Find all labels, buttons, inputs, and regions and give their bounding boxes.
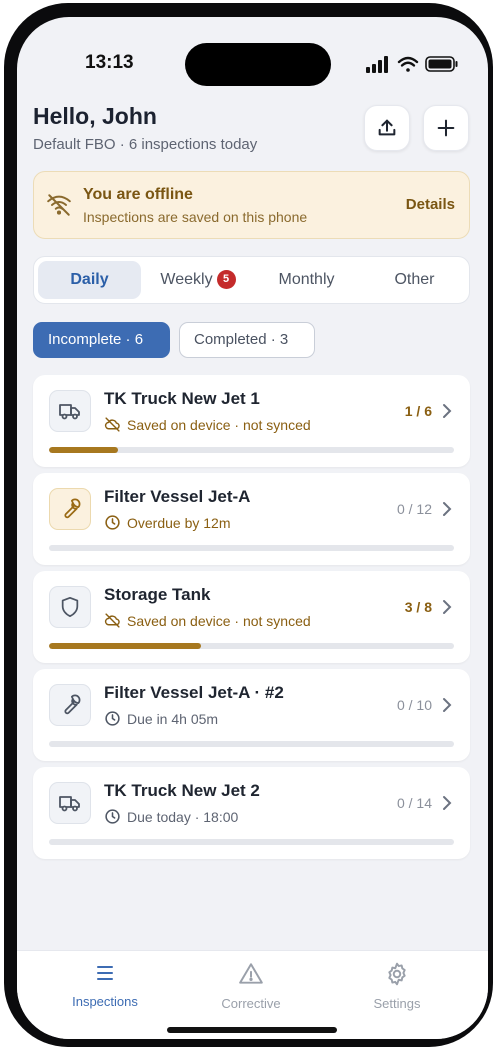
nav-corrective[interactable]: Corrective [181,961,321,1011]
card-status: Due in 4h 05m [104,710,218,727]
upload-icon [378,119,396,136]
truck-icon [49,782,91,824]
chevron-right-icon [443,600,452,614]
inspection-card[interactable]: Filter Vessel Jet-A · #2 Due in 4h 05m 0… [33,669,470,761]
tab-daily[interactable]: Daily [38,261,141,299]
app-screen: 13:13 Hello, John Default FBO · 6 inspec… [17,17,488,1039]
period-tabs: Daily Weekly 5 Monthly Other [33,256,470,304]
add-inspection-button[interactable] [423,105,469,151]
clock-icon [105,515,120,530]
card-count: 0 / 14 [396,795,432,811]
chevron-right-icon [443,404,452,418]
progress-bar [49,839,454,845]
filter-incomplete[interactable]: Incomplete · 6 [33,322,170,358]
chevron-right-icon [443,796,452,810]
chevron-right-icon [443,698,452,712]
details-link[interactable]: Details [406,196,455,213]
card-count: 0 / 12 [396,501,432,517]
card-count: 1 / 6 [404,403,432,419]
status-time: 13:13 [85,52,134,73]
tab-weekly[interactable]: Weekly 5 [146,261,250,299]
card-count: 0 / 10 [396,697,432,713]
card-title: Filter Vessel Jet-A [104,487,251,506]
offline-banner: You are offline Inspections are saved on… [33,171,470,239]
tab-label: Monthly [278,271,335,288]
card-title: TK Truck New Jet 1 [104,389,260,408]
wifi-icon [397,56,419,72]
upload-button[interactable] [364,105,410,151]
progress-fill [49,643,201,649]
card-title: TK Truck New Jet 2 [104,781,260,800]
filter-completed[interactable]: Completed · 3 [179,322,315,358]
progress-bar [49,643,454,649]
offline-title: You are offline [83,186,193,203]
card-status: Overdue by 12m [104,514,231,531]
signal-icon [366,56,388,73]
inspection-card[interactable]: TK Truck New Jet 2 Due today · 18:00 0 /… [33,767,470,859]
cloud-off-icon [104,613,120,628]
phone-frame: 13:13 Hello, John Default FBO · 6 inspec… [4,3,493,1047]
dynamic-island [185,43,331,86]
card-status: Due today · 18:00 [104,808,238,825]
card-count: 3 / 8 [404,599,432,615]
progress-bar [49,545,454,551]
progress-bar [49,447,454,453]
cloud-off-icon [104,417,120,432]
card-title: Filter Vessel Jet-A · #2 [104,683,284,702]
shield-icon [49,586,91,628]
weekly-badge: 5 [216,270,236,289]
bottom-nav: Inspections Corrective Settings [17,950,488,1039]
home-indicator [167,1027,337,1033]
tab-other[interactable]: Other [363,261,466,299]
card-status: Saved on device · not synced [104,416,311,433]
nav-settings[interactable]: Settings [327,961,467,1011]
wrench-icon [49,684,91,726]
status-icons [366,56,458,73]
nav-inspections[interactable]: Inspections [35,961,175,1009]
card-title: Storage Tank [104,585,211,604]
plus-icon [437,119,455,137]
tab-label: Other [394,271,435,288]
inspection-card[interactable]: TK Truck New Jet 1 Saved on device · not… [33,375,470,467]
tab-label: Weekly [160,271,213,288]
tab-label: Daily [70,271,109,288]
nav-label: Corrective [221,996,281,1011]
tab-monthly[interactable]: Monthly [255,261,358,299]
clock-icon [105,711,120,726]
inspection-card[interactable]: Filter Vessel Jet-A Overdue by 12m 0 / 1… [33,473,470,565]
greeting-title: Hello, John [33,103,157,129]
chevron-right-icon [443,502,452,516]
offline-message: Inspections are saved on this phone [83,209,308,225]
nav-label: Inspections [72,994,138,1009]
clock-icon [105,809,120,824]
progress-bar [49,741,454,747]
warning-triangle-icon [239,963,263,984]
gear-icon [388,962,406,986]
wrench-icon [49,488,91,530]
nav-label: Settings [373,996,421,1011]
wifi-off-icon [47,194,71,216]
battery-icon [425,56,458,72]
progress-fill [49,447,118,453]
list-icon [97,966,113,980]
card-status: Saved on device · not synced [104,612,311,629]
inspection-card[interactable]: Storage Tank Saved on device · not synce… [33,571,470,663]
truck-icon [49,390,91,432]
header-subtitle: Default FBO · 6 inspections today [33,136,258,153]
